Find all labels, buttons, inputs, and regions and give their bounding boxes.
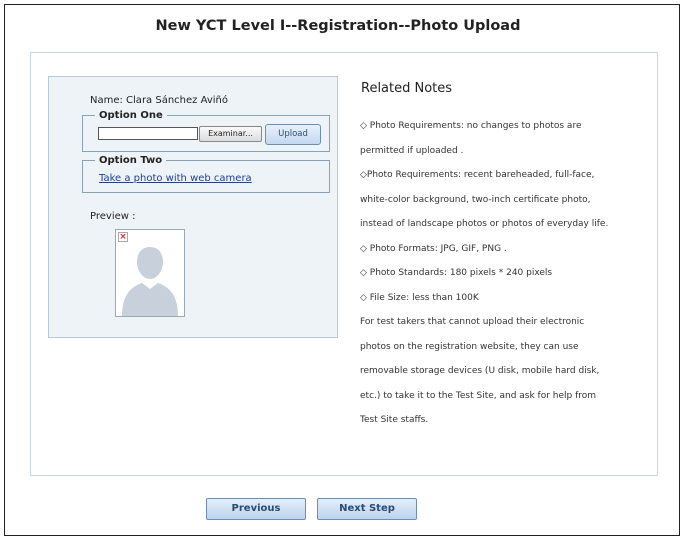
note-line: ◇ Photo Formats: JPG, GIF, PNG . <box>360 243 507 254</box>
file-path-input[interactable] <box>98 127 198 140</box>
webcam-photo-link[interactable]: Take a photo with web camera <box>99 173 252 184</box>
related-notes-list: ◇ Photo Requirements: no changes to phot… <box>360 114 640 433</box>
candidate-name: Name: Clara Sánchez Aviñó <box>90 95 228 106</box>
next-step-button[interactable]: Next Step <box>317 498 417 520</box>
note-line: removable storage devices (U disk, mobil… <box>360 366 600 376</box>
note-line: ◇ Photo Requirements: no changes to phot… <box>360 121 582 131</box>
note-line: white-color background, two-inch certifi… <box>360 194 591 205</box>
note-line: permitted if uploaded . <box>360 145 464 156</box>
option-two-legend: Option Two <box>99 155 163 166</box>
photo-preview: × <box>115 229 185 317</box>
previous-button[interactable]: Previous <box>206 498 306 520</box>
upload-button[interactable]: Upload <box>265 124 321 145</box>
note-line: ◇ File Size: less than 100K <box>360 292 479 303</box>
note-line: photos on the registration website, they… <box>360 341 579 352</box>
note-line: instead of landscape photos or photos of… <box>360 219 609 229</box>
note-line: ◇Photo Requirements: recent bareheaded, … <box>360 170 595 180</box>
note-line: Test Site staffs. <box>360 415 429 425</box>
note-line: ◇ Photo Standards: 180 pixels * 240 pixe… <box>360 268 553 278</box>
browse-button[interactable]: Examinar... <box>199 126 262 142</box>
preview-label: Preview : <box>90 211 136 222</box>
option-one-legend: Option One <box>99 110 163 121</box>
broken-image-icon: × <box>118 232 128 242</box>
avatar-silhouette-icon <box>116 230 184 316</box>
note-line: For test takers that cannot upload their… <box>360 317 585 327</box>
note-line: etc.) to take it to the Test Site, and a… <box>360 390 597 401</box>
related-notes-title: Related Notes <box>361 81 453 96</box>
page-title: New YCT Level I--Registration--Photo Upl… <box>155 18 521 34</box>
